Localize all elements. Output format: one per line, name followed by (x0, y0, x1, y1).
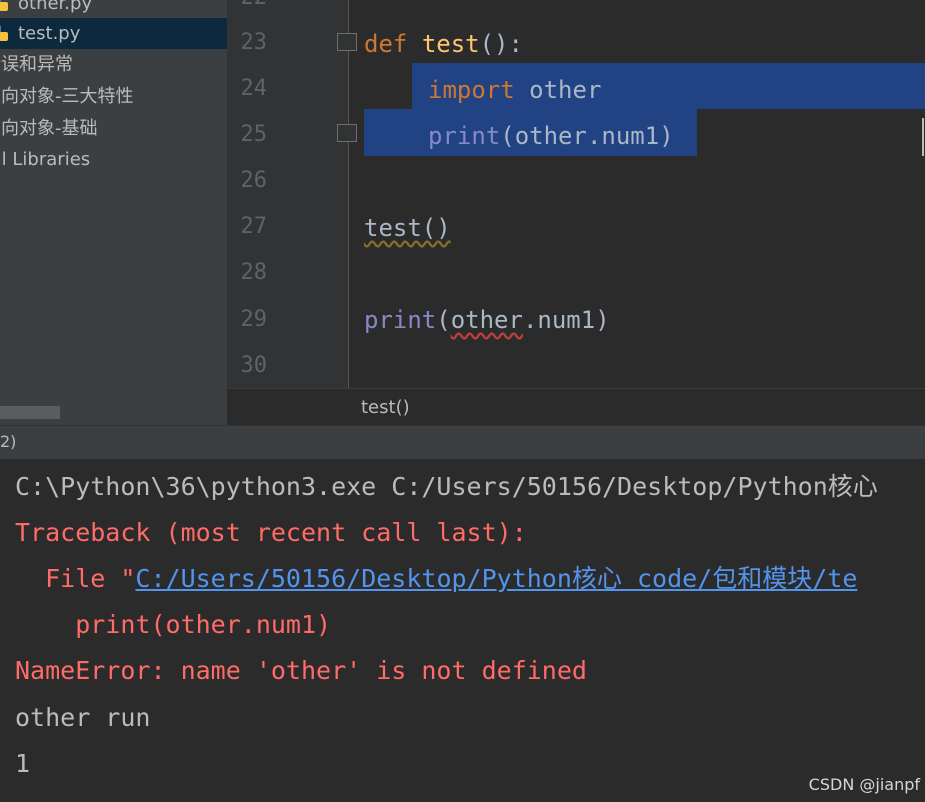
run-console[interactable]: C:\Python\36\python3.exe C:/Users/50156/… (0, 459, 925, 802)
tree-item-label: 错误和异常 (0, 54, 73, 75)
line-number: 30 (240, 353, 268, 378)
code-text: ( (436, 306, 451, 334)
watermark: CSDN @jianpf (808, 775, 920, 794)
keyword-def: def (364, 30, 408, 58)
function-name: test (421, 30, 480, 58)
console-line: other run (15, 703, 151, 732)
python-file-icon (0, 0, 8, 11)
tree-item-label: test.py (18, 23, 81, 44)
breadcrumb[interactable]: test() (361, 397, 410, 418)
console-line: print(other.num1) (15, 610, 332, 639)
tree-item-external-libraries[interactable]: External Libraries (0, 144, 227, 175)
unresolved-reference: other (450, 306, 523, 334)
tree-item-folder-oop-features[interactable]: 面向对象-三大特性 (0, 81, 227, 112)
tree-item-other-py[interactable]: other.py (0, 0, 227, 19)
tree-item-label: 面向对象-基础 (0, 118, 98, 139)
console-line: Traceback (most recent call last): (15, 518, 527, 547)
code-text: .num1) (522, 306, 610, 334)
code-text: (other.num1) (500, 122, 674, 150)
run-panel-header: 2) (0, 425, 925, 460)
tree-item-label: other.py (18, 0, 93, 14)
line-number: 28 (240, 260, 268, 285)
console-text: File " (15, 564, 136, 593)
python-file-icon (0, 25, 8, 41)
line-number: 25 (240, 122, 268, 147)
code-editor[interactable]: 22 23 24 25 26 27 28 29 30 def test(): i… (227, 0, 925, 426)
line-number: 22 (227, 0, 268, 10)
console-line: NameError: name 'other' is not defined (15, 656, 587, 685)
code-line-27[interactable]: test() (364, 206, 451, 250)
builtin-print: print (364, 306, 437, 334)
fold-marker-icon[interactable] (337, 33, 357, 51)
tree-item-folder-errors[interactable]: 错误和异常 (0, 49, 227, 80)
code-text: other (514, 76, 602, 104)
console-line: File "C:/Users/50156/Desktop/Python核心 co… (15, 556, 857, 602)
line-number: 29 (240, 307, 268, 332)
line-number: 27 (240, 214, 268, 239)
console-line: 1 (15, 749, 31, 778)
fold-marker-icon[interactable] (337, 124, 357, 142)
breadcrumb-bar: test() (227, 388, 925, 426)
line-number: 24 (240, 76, 268, 101)
builtin-print: print (428, 122, 501, 150)
code-line-23[interactable]: def test(): (364, 22, 523, 66)
tree-item-label: 面向对象-三大特性 (0, 86, 134, 107)
tree-item-test-py[interactable]: test.py (0, 18, 227, 49)
console-line: C:\Python\36\python3.exe C:/Users/50156/… (15, 472, 878, 501)
line-number: 26 (240, 168, 268, 193)
code-text: test() (364, 214, 451, 242)
code-line-29[interactable]: print(other.num1) (364, 298, 610, 342)
run-tab[interactable]: 2) (0, 432, 16, 451)
text-caret (922, 118, 924, 156)
tree-item-folder-oop-basics[interactable]: 面向对象-基础 (0, 113, 227, 144)
code-line-24[interactable]: import other (428, 68, 601, 112)
gutter-separator (348, 0, 349, 388)
tree-item-label: External Libraries (0, 149, 91, 170)
code-line-25[interactable]: print(other.num1) (428, 114, 674, 158)
line-number-gutter: 22 23 24 25 26 27 28 29 30 (227, 0, 348, 388)
keyword-import: import (428, 76, 515, 104)
sidebar-scroll-thumb[interactable] (0, 406, 60, 419)
project-tree: other.py test.py 错误和异常 面向对象-三大特性 面向对象-基础… (0, 0, 227, 425)
file-link[interactable]: C:/Users/50156/Desktop/Python核心 code/包和模… (135, 564, 857, 593)
line-number: 23 (240, 30, 268, 55)
code-text: (): (479, 30, 523, 58)
